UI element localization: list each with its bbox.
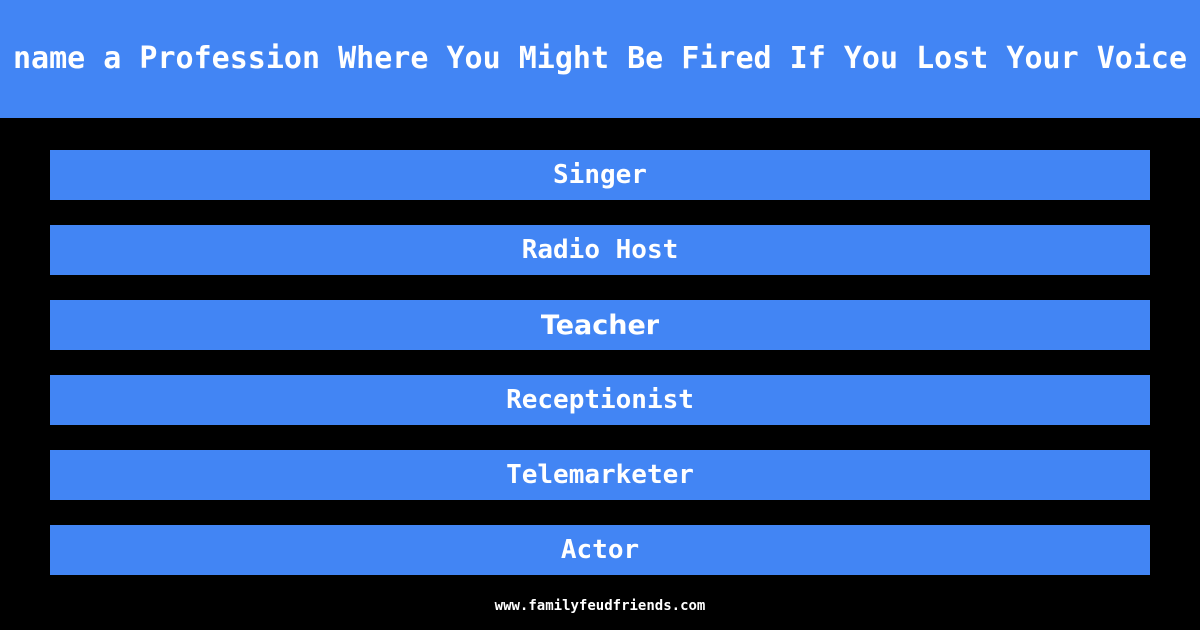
answer-row[interactable]: Teacher — [50, 300, 1150, 350]
page-root: name a Profession Where You Might Be Fir… — [0, 0, 1200, 630]
question-banner: name a Profession Where You Might Be Fir… — [0, 0, 1200, 118]
answer-row[interactable]: Telemarketer — [50, 450, 1150, 500]
answer-row[interactable]: Actor — [50, 525, 1150, 575]
answer-row[interactable]: Receptionist — [50, 375, 1150, 425]
footer: www.familyfeudfriends.com — [0, 595, 1200, 614]
answer-list: Singer Radio Host Teacher Receptionist T… — [50, 150, 1150, 575]
answer-label: Telemarketer — [506, 460, 694, 490]
answer-label: Receptionist — [506, 385, 694, 415]
answer-label: Singer — [553, 160, 647, 190]
question-text: name a Profession Where You Might Be Fir… — [13, 41, 1187, 76]
answer-row[interactable]: Radio Host — [50, 225, 1150, 275]
answer-row[interactable]: Singer — [50, 150, 1150, 200]
answer-label: Teacher — [540, 309, 660, 341]
site-url[interactable]: www.familyfeudfriends.com — [495, 598, 706, 614]
answer-label: Radio Host — [521, 235, 679, 265]
answer-label: Actor — [560, 535, 640, 565]
